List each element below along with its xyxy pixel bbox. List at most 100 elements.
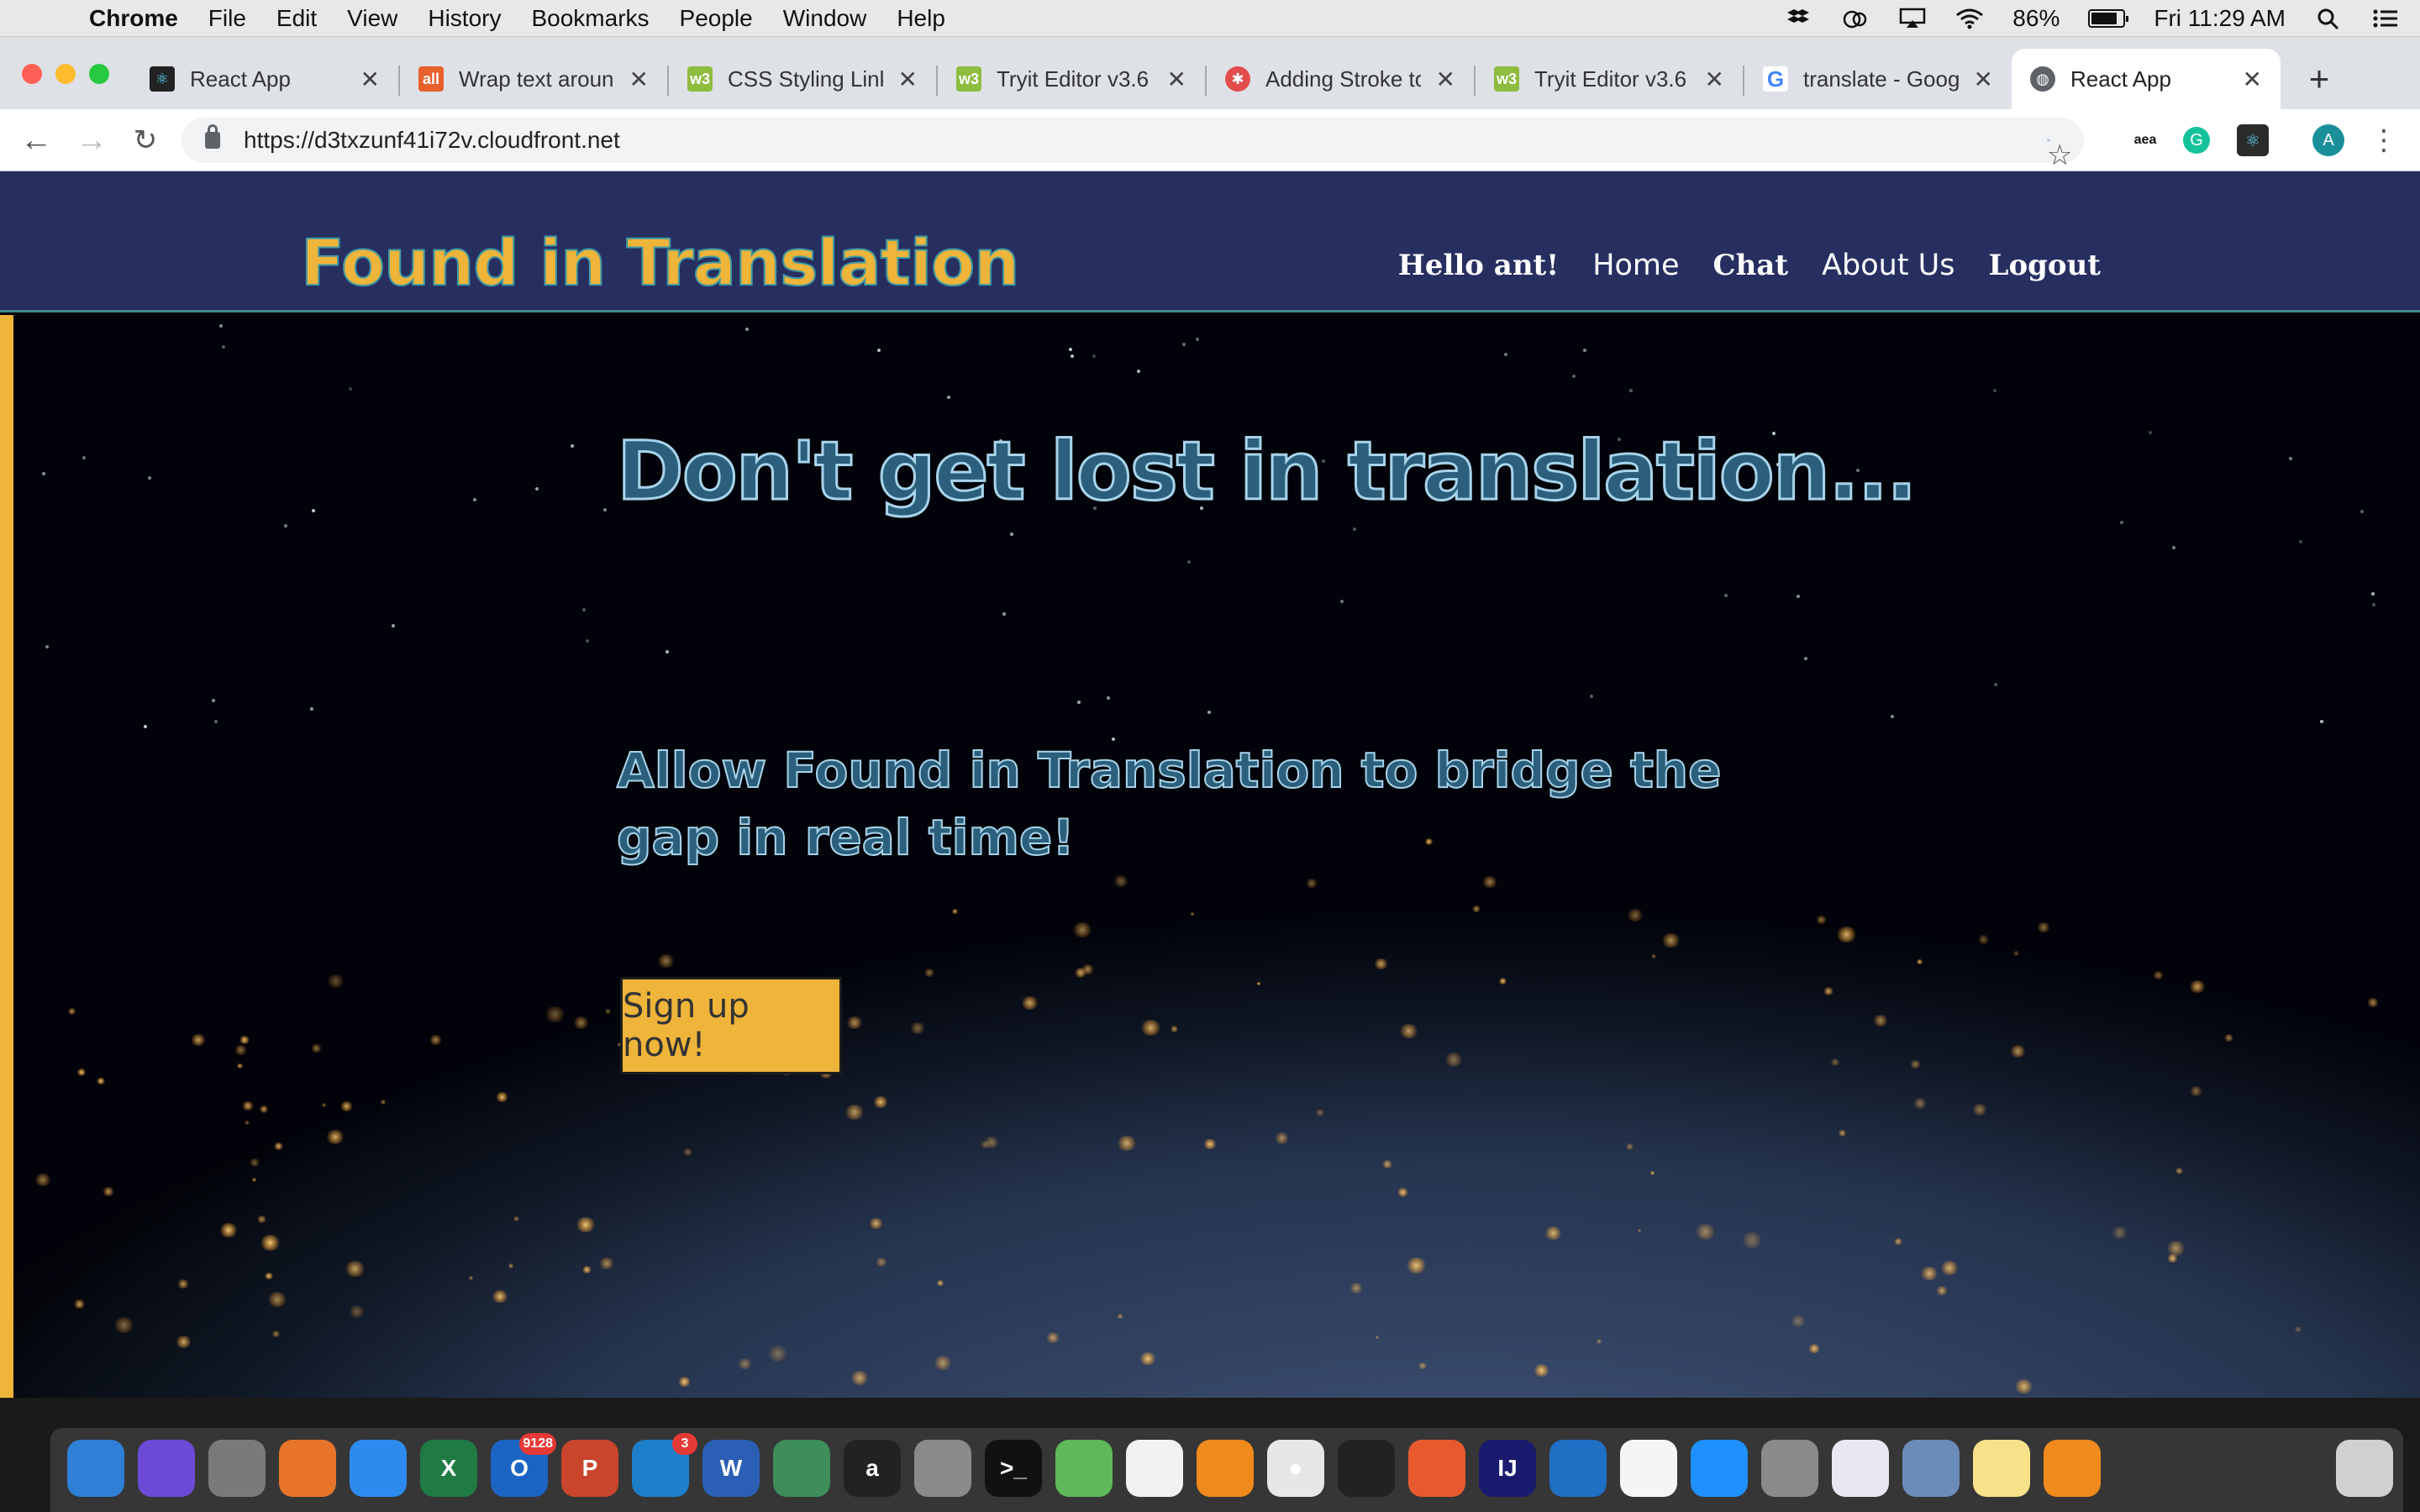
tab-close-icon[interactable]: ✕ bbox=[2243, 66, 2262, 93]
dock-trash-icon[interactable] bbox=[2336, 1440, 2393, 1497]
grammarly-icon[interactable]: G bbox=[2183, 127, 2210, 154]
star-dot bbox=[1572, 375, 1576, 378]
city-light bbox=[326, 974, 345, 988]
tab-close-icon[interactable]: ✕ bbox=[629, 66, 649, 93]
dock-word-icon[interactable]: W bbox=[702, 1440, 760, 1497]
city-light bbox=[1113, 875, 1129, 887]
address-url[interactable]: https://d3txzunf41i72v.cloudfront.net bbox=[244, 127, 620, 154]
city-light bbox=[1274, 1132, 1290, 1144]
tab-react-app-1[interactable]: ⚛ React App ✕ bbox=[131, 49, 398, 109]
menu-view[interactable]: View bbox=[347, 5, 397, 32]
macos-menu-bar: Chrome File Edit View History Bookmarks … bbox=[0, 0, 2420, 37]
dock-safari-icon[interactable] bbox=[350, 1440, 407, 1497]
battery-icon[interactable] bbox=[2088, 9, 2129, 28]
dock-system-preferences-icon[interactable] bbox=[914, 1440, 971, 1497]
dock-firefox-icon[interactable] bbox=[279, 1440, 336, 1497]
reload-button[interactable]: ↻ bbox=[126, 121, 165, 160]
creative-cloud-icon[interactable] bbox=[1841, 8, 1870, 29]
dock-amazon-icon[interactable]: a bbox=[844, 1440, 901, 1497]
nav-about-link[interactable]: About Us bbox=[1822, 249, 1954, 282]
menu-bookmarks[interactable]: Bookmarks bbox=[531, 5, 649, 32]
dock-cyberduck-icon[interactable] bbox=[2044, 1440, 2101, 1497]
dock-network-utility-icon[interactable] bbox=[773, 1440, 830, 1497]
dock-terminal-icon[interactable]: >_ bbox=[985, 1440, 1042, 1497]
dock-books-icon[interactable] bbox=[1197, 1440, 1254, 1497]
tab-translate-google[interactable]: G translate - Google ✕ bbox=[1744, 49, 2012, 109]
dock-intellij-icon[interactable]: IJ bbox=[1479, 1440, 1536, 1497]
tab-close-icon[interactable]: ✕ bbox=[1436, 66, 1455, 93]
menu-file[interactable]: File bbox=[208, 5, 246, 32]
new-tab-button[interactable]: + bbox=[2296, 49, 2343, 109]
forward-button[interactable]: → bbox=[72, 121, 111, 160]
tab-close-icon[interactable]: ✕ bbox=[1974, 66, 1993, 93]
tab-react-app-active[interactable]: ◍ React App ✕ bbox=[2012, 49, 2281, 109]
menu-clock[interactable]: Fri 11:29 AM bbox=[2154, 5, 2286, 32]
city-light bbox=[1533, 1364, 1550, 1377]
menu-people[interactable]: People bbox=[680, 5, 753, 32]
city-light bbox=[1373, 958, 1389, 969]
dock-activity-monitor-icon[interactable] bbox=[1338, 1440, 1395, 1497]
profile-avatar[interactable]: A bbox=[2312, 124, 2344, 156]
city-light bbox=[682, 1148, 693, 1156]
amazon-assistant-icon[interactable]: aea bbox=[2129, 124, 2161, 156]
city-light bbox=[264, 1273, 274, 1279]
w3schools-icon: w3 bbox=[956, 66, 981, 92]
city-light bbox=[67, 1008, 76, 1015]
chrome-menu-icon[interactable]: ⋮ bbox=[2368, 124, 2400, 156]
tab-css-styling-links[interactable]: w3 CSS Styling Links ✕ bbox=[669, 49, 936, 109]
city-light bbox=[113, 1317, 135, 1333]
dock-siri-icon[interactable] bbox=[138, 1440, 195, 1497]
airplay-icon[interactable] bbox=[1898, 8, 1927, 29]
tab-adding-stroke[interactable]: ✱ Adding Stroke to ✕ bbox=[1207, 49, 1474, 109]
menu-window[interactable]: Window bbox=[783, 5, 867, 32]
tab-tryit-editor-1[interactable]: w3 Tryit Editor v3.6 ✕ bbox=[938, 49, 1205, 109]
menu-edit[interactable]: Edit bbox=[276, 5, 317, 32]
star-dot bbox=[2360, 510, 2364, 513]
menu-app-name[interactable]: Chrome bbox=[89, 5, 178, 32]
dock-vscode-icon[interactable] bbox=[1549, 1440, 1607, 1497]
star-dot bbox=[2372, 603, 2375, 606]
dock-sketch-icon[interactable] bbox=[1408, 1440, 1465, 1497]
back-button[interactable]: ← bbox=[17, 121, 55, 160]
dock-messages-icon[interactable] bbox=[1691, 1440, 1748, 1497]
dock-finder-icon[interactable] bbox=[67, 1440, 124, 1497]
tab-tryit-editor-2[interactable]: w3 Tryit Editor v3.6 ✕ bbox=[1476, 49, 1743, 109]
bookmark-star-icon[interactable]: ☆ bbox=[2047, 139, 2072, 171]
dock-slack-icon[interactable] bbox=[1620, 1440, 1677, 1497]
dock-launchpad-icon[interactable] bbox=[208, 1440, 266, 1497]
nav-chat-link[interactable]: Chat bbox=[1713, 249, 1789, 282]
menu-help[interactable]: Help bbox=[897, 5, 945, 32]
dock-keychain-icon[interactable] bbox=[1761, 1440, 1818, 1497]
dock-outlook-icon[interactable]: O 9128 bbox=[491, 1433, 556, 1497]
wifi-icon[interactable] bbox=[1955, 8, 1984, 29]
dock-chrome-icon[interactable]: ● bbox=[1267, 1440, 1324, 1497]
dock-sourcetree-icon[interactable]: 3 bbox=[632, 1433, 697, 1497]
dock-preview-icon[interactable] bbox=[1902, 1440, 1960, 1497]
window-minimize-button[interactable] bbox=[55, 64, 76, 84]
spotlight-search-icon[interactable] bbox=[2314, 8, 2343, 30]
react-devtools-icon[interactable]: ⚛ bbox=[2237, 124, 2269, 156]
tab-close-icon[interactable]: ✕ bbox=[1167, 66, 1186, 93]
dropbox-status-icon[interactable] bbox=[1784, 8, 1812, 29]
dock-maps-icon[interactable] bbox=[1055, 1440, 1113, 1497]
nav-home-link[interactable]: Home bbox=[1592, 249, 1679, 282]
address-bar[interactable]: https://d3txzunf41i72v.cloudfront.net ☆ bbox=[182, 118, 2084, 171]
menu-history[interactable]: History bbox=[428, 5, 501, 32]
city-light bbox=[677, 1377, 692, 1387]
lock-icon[interactable] bbox=[205, 124, 220, 149]
tab-close-icon[interactable]: ✕ bbox=[360, 66, 380, 93]
signup-button[interactable]: Sign up now! bbox=[620, 977, 842, 1074]
tab-close-icon[interactable]: ✕ bbox=[1705, 66, 1724, 93]
tab-wrap-text[interactable]: all Wrap text around ✕ bbox=[400, 49, 667, 109]
dock-excel-icon[interactable]: X bbox=[420, 1440, 477, 1497]
window-close-button[interactable] bbox=[22, 64, 42, 84]
dock-itunes-icon[interactable] bbox=[1832, 1440, 1889, 1497]
tab-close-icon[interactable]: ✕ bbox=[898, 66, 918, 93]
dock-notes-icon[interactable] bbox=[1973, 1440, 2030, 1497]
dock-powerpoint-icon[interactable]: P bbox=[561, 1440, 618, 1497]
dock-photos-icon[interactable] bbox=[1126, 1440, 1183, 1497]
site-brand-logo[interactable]: Found in Translation bbox=[300, 224, 1020, 301]
nav-logout-link[interactable]: Logout bbox=[1989, 249, 2101, 282]
notification-center-icon[interactable] bbox=[2371, 8, 2400, 29]
window-zoom-button[interactable] bbox=[89, 64, 109, 84]
